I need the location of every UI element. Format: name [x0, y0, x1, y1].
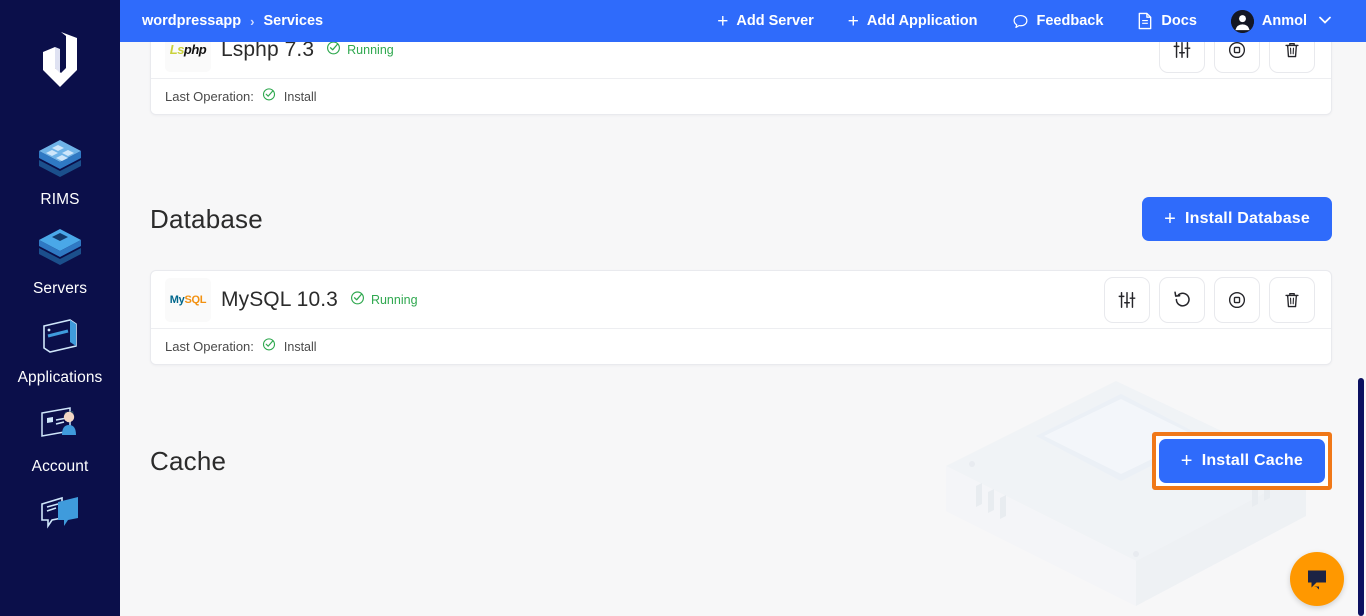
sidebar: RIMS Servers Applications Account — [0, 0, 120, 616]
mysql-stop-button[interactable] — [1214, 276, 1260, 323]
feedback-label: Feedback — [1036, 13, 1104, 29]
mysql-delete-button[interactable] — [1269, 276, 1315, 323]
main-content: </> Lsphp Lsphp 7.3 — [120, 42, 1366, 616]
install-cache-button[interactable]: + Install Cache — [1158, 439, 1325, 483]
php-delete-button[interactable] — [1269, 42, 1315, 73]
application-card-icon — [33, 312, 87, 360]
add-application-button[interactable]: + Add Application — [831, 0, 995, 42]
lsphp-logo-php: php — [183, 42, 207, 57]
sidebar-item-servers[interactable]: Servers — [0, 209, 120, 298]
install-cache-highlight: + Install Cache — [1151, 432, 1332, 490]
speech-bubble-icon — [1012, 13, 1029, 30]
last-operation-label: Last Operation: — [165, 89, 254, 104]
database-section-header: Database + Install Database — [150, 197, 1332, 241]
sliders-icon — [1118, 291, 1136, 308]
chevron-down-icon — [1319, 15, 1331, 27]
lsphp-logo-icon: Lsphp — [165, 42, 211, 72]
sidebar-item-support[interactable] — [0, 476, 120, 547]
plus-icon: + — [1180, 450, 1193, 472]
status-badge-php: Running — [326, 42, 394, 60]
mysql-restart-button[interactable] — [1159, 276, 1205, 323]
last-operation-value: Install — [283, 89, 317, 104]
service-row-mysql: MySQL MySQL 10.3 Running — [151, 271, 1331, 328]
breadcrumb-separator-icon: › — [250, 13, 255, 29]
vertical-scrollbar[interactable] — [1352, 42, 1366, 616]
user-name-label: Anmol — [1261, 13, 1307, 29]
sidebar-item-label: RIMS — [40, 191, 80, 208]
add-server-button[interactable]: + Add Server — [700, 0, 830, 42]
service-row-php: Lsphp Lsphp 7.3 Running — [151, 42, 1331, 78]
document-icon — [1137, 12, 1153, 30]
stop-circle-icon — [1228, 291, 1246, 308]
plus-icon: + — [717, 10, 729, 32]
top-nav-actions: + Add Server + Add Application Feedback — [700, 0, 1366, 42]
sidebar-item-label: Servers — [32, 280, 88, 297]
brand-logo[interactable] — [0, 0, 120, 120]
sidebar-item-label: Applications — [17, 369, 103, 386]
user-avatar-icon — [1230, 9, 1254, 33]
service-card-database: MySQL MySQL 10.3 Running Last Operation:… — [150, 270, 1332, 365]
php-settings-button[interactable] — [1159, 42, 1205, 73]
php-stop-button[interactable] — [1214, 42, 1260, 73]
status-text-php: Running — [347, 42, 394, 57]
check-circle-icon — [326, 42, 341, 60]
service-name-php: Lsphp 7.3 — [221, 42, 315, 61]
plus-icon: + — [1164, 208, 1176, 230]
breadcrumb-item-services[interactable]: Services — [263, 13, 323, 29]
mysql-logo-icon: MySQL — [165, 277, 211, 322]
sidebar-item-applications[interactable]: Applications — [0, 298, 120, 387]
mysql-logo-my: My — [169, 293, 185, 306]
mysql-settings-button[interactable] — [1104, 276, 1150, 323]
install-database-button[interactable]: + Install Database — [1142, 197, 1332, 241]
service-name-mysql: MySQL 10.3 — [221, 287, 338, 311]
top-navigation-bar: wordpressapp › Services + Add Server + A… — [120, 0, 1366, 42]
stacked-grid-icon — [33, 134, 87, 182]
restart-arrow-icon — [1173, 291, 1190, 307]
scrollbar-thumb[interactable] — [1358, 378, 1364, 616]
add-server-label: Add Server — [736, 13, 814, 29]
install-database-label: Install Database — [1184, 210, 1310, 227]
status-text-mysql: Running — [370, 292, 418, 307]
sidebar-item-rims[interactable]: RIMS — [0, 120, 120, 209]
docs-label: Docs — [1161, 13, 1197, 29]
trash-icon — [1285, 292, 1299, 307]
rimsnet-logo-icon — [43, 32, 77, 87]
mysql-logo-sql: SQL — [184, 293, 207, 306]
install-cache-label: Install Cache — [1201, 452, 1303, 469]
user-menu[interactable]: Anmol — [1214, 0, 1348, 42]
check-circle-icon — [262, 337, 276, 356]
last-operation-label: Last Operation: — [165, 339, 254, 354]
add-application-label: Add Application — [866, 13, 978, 29]
breadcrumb-item-app[interactable]: wordpressapp — [142, 13, 241, 29]
sidebar-item-label: Account — [31, 458, 89, 475]
service-footer-mysql: Last Operation: Install — [151, 328, 1331, 364]
cache-section-header: Cache + Install Cache — [150, 432, 1332, 490]
docs-button[interactable]: Docs — [1120, 0, 1213, 42]
cache-section-title: Cache — [150, 445, 227, 476]
trash-icon — [1285, 42, 1299, 57]
server-stack-icon — [33, 223, 87, 271]
database-section-title: Database — [150, 203, 263, 234]
service-actions-php — [1159, 42, 1315, 73]
breadcrumb: wordpressapp › Services — [142, 13, 323, 29]
sliders-icon — [1173, 42, 1191, 58]
last-operation-value: Install — [283, 339, 317, 354]
sidebar-item-account[interactable]: Account — [0, 387, 120, 476]
service-actions-mysql — [1104, 276, 1315, 323]
support-chat-icon — [33, 490, 87, 538]
service-footer-php: Last Operation: Install — [151, 78, 1331, 114]
service-card-php: Lsphp Lsphp 7.3 Running Last Operation: … — [150, 42, 1332, 115]
account-person-icon — [33, 401, 87, 449]
check-circle-icon — [262, 87, 276, 106]
feedback-button[interactable]: Feedback — [995, 0, 1121, 42]
chat-support-button[interactable] — [1290, 552, 1344, 606]
chat-bubble-icon — [1308, 570, 1326, 590]
stop-circle-icon — [1228, 42, 1246, 58]
plus-icon: + — [847, 10, 859, 32]
status-badge-mysql: Running — [350, 290, 418, 310]
check-circle-icon — [350, 290, 365, 310]
lsphp-logo-ls: Ls — [169, 42, 185, 57]
